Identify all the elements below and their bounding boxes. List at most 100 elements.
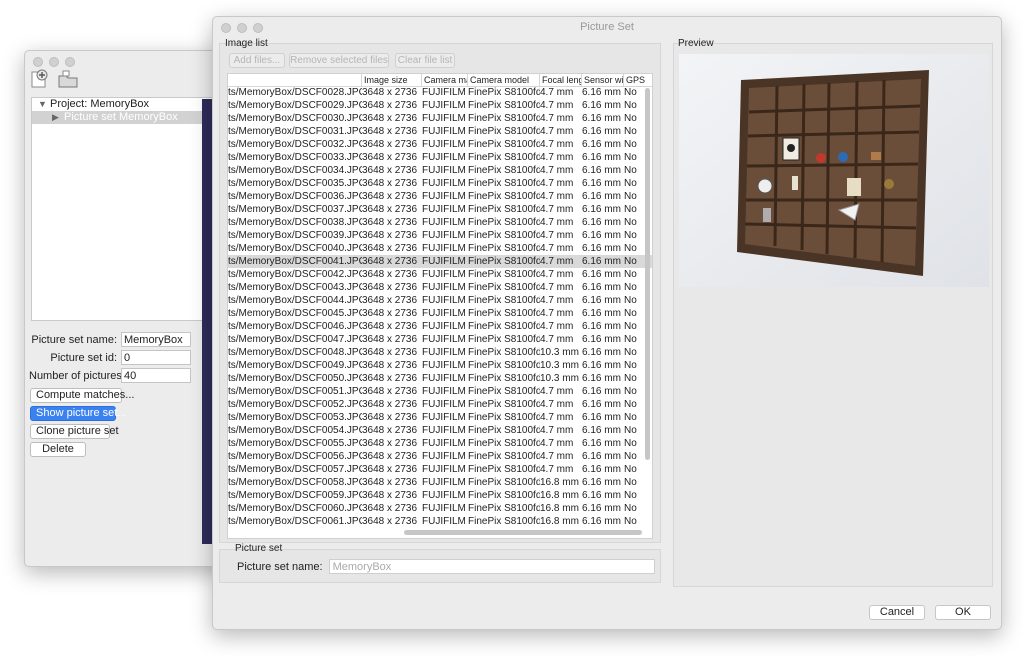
- table-row[interactable]: ts/MemoryBox/DSCF0054.JPG 3648 x 2736 FUJI…: [228, 424, 652, 437]
- horizontal-scrollbar[interactable]: [404, 530, 642, 535]
- table-cell: FinePix S8100fd: [468, 243, 540, 254]
- table-row[interactable]: ts/MemoryBox/DSCF0041.JPG 3648 x 2736 FUJI…: [228, 255, 652, 268]
- tree-node-project[interactable]: ▼ Project: MemoryBox: [32, 98, 218, 111]
- column-header[interactable]: Focal lengt: [540, 74, 582, 86]
- column-header[interactable]: Camera mak: [422, 74, 468, 86]
- table-row[interactable]: ts/MemoryBox/DSCF0045.JPG 3648 x 2736 FUJI…: [228, 307, 652, 320]
- table-row[interactable]: ts/MemoryBox/DSCF0061.JPG 3648 x 2736 FUJI…: [228, 515, 652, 528]
- table-row[interactable]: ts/MemoryBox/DSCF0048.JPG 3648 x 2736 FUJI…: [228, 346, 652, 359]
- picture-set-name-field[interactable]: MemoryBox: [121, 332, 191, 347]
- table-cell: FinePix S8100fd: [468, 204, 540, 215]
- table-row[interactable]: ts/MemoryBox/DSCF0050.JPG 3648 x 2736 FUJI…: [228, 372, 652, 385]
- table-row[interactable]: ts/MemoryBox/DSCF0044.JPG 3648 x 2736 FUJI…: [228, 294, 652, 307]
- table-row[interactable]: ts/MemoryBox/DSCF0055.JPG 3648 x 2736 FUJI…: [228, 437, 652, 450]
- table-row[interactable]: ts/MemoryBox/DSCF0046.JPG 3648 x 2736 FUJI…: [228, 320, 652, 333]
- table-row[interactable]: ts/MemoryBox/DSCF0059.JPG 3648 x 2736 FUJI…: [228, 489, 652, 502]
- table-cell: 6.16 mm: [582, 477, 621, 488]
- table-row[interactable]: ts/MemoryBox/DSCF0031.JPG 3648 x 2736 FUJI…: [228, 125, 652, 138]
- table-cell: 6.16 mm: [582, 87, 621, 98]
- tree-node-picture-set[interactable]: ▶ Picture set MemoryBox: [32, 111, 218, 124]
- table-cell: 6.16 mm: [582, 360, 621, 371]
- vertical-scrollbar[interactable]: [645, 88, 650, 460]
- remove-selected-files-button[interactable]: Remove selected files: [289, 53, 389, 68]
- cancel-button[interactable]: Cancel: [869, 605, 925, 620]
- table-cell: 6.16 mm: [582, 204, 621, 215]
- column-header[interactable]: Image size: [362, 74, 422, 86]
- table-row[interactable]: ts/MemoryBox/DSCF0038.JPG 3648 x 2736 FUJI…: [228, 216, 652, 229]
- table-cell: 4.7 mm: [540, 87, 574, 98]
- column-header[interactable]: GPS: [624, 74, 652, 86]
- num-pictures-label: Number of pictures:: [29, 369, 125, 382]
- table-row[interactable]: ts/MemoryBox/DSCF0049.JPG 3648 x 2736 FUJI…: [228, 359, 652, 372]
- table-cell: ts/MemoryBox/DSCF0029.JPG: [228, 100, 362, 111]
- table-cell: FinePix S8100fd: [468, 165, 540, 176]
- table-row[interactable]: ts/MemoryBox/DSCF0043.JPG 3648 x 2736 FUJI…: [228, 281, 652, 294]
- disclosure-open-icon[interactable]: ▼: [38, 98, 50, 111]
- table-cell: 6.16 mm: [582, 269, 621, 280]
- table-cell: FinePix S8100fd: [468, 308, 540, 319]
- table-cell: 4.7 mm: [540, 217, 574, 228]
- table-cell: FUJIFILM: [422, 282, 466, 293]
- project-toolbar: [29, 69, 79, 89]
- preview-panel: [673, 43, 993, 587]
- table-row[interactable]: ts/MemoryBox/DSCF0057.JPG 3648 x 2736 FUJI…: [228, 463, 652, 476]
- table-row[interactable]: ts/MemoryBox/DSCF0058.JPG 3648 x 2736 FUJI…: [228, 476, 652, 489]
- table-cell: 4.7 mm: [540, 295, 574, 306]
- table-cell: FUJIFILM: [422, 217, 466, 228]
- show-picture-set-button[interactable]: Show picture set...: [30, 406, 127, 421]
- table-row[interactable]: ts/MemoryBox/DSCF0033.JPG 3648 x 2736 FUJI…: [228, 151, 652, 164]
- table-cell: FUJIFILM: [422, 178, 466, 189]
- table-cell: FinePix S8100fd: [468, 399, 540, 410]
- table-cell: FUJIFILM: [422, 321, 466, 332]
- ok-button[interactable]: OK: [935, 605, 991, 620]
- clone-picture-set-button[interactable]: Clone picture set: [30, 424, 119, 439]
- disclosure-closed-icon[interactable]: ▶: [52, 111, 64, 124]
- table-row[interactable]: ts/MemoryBox/DSCF0051.JPG 3648 x 2736 FUJI…: [228, 385, 652, 398]
- compute-matches-button[interactable]: Compute matches...: [30, 388, 134, 403]
- num-pictures-field[interactable]: 40: [121, 368, 191, 383]
- table-cell: 3648 x 2736: [362, 503, 418, 514]
- column-header[interactable]: Camera model: [468, 74, 540, 86]
- table-cell: 6.16 mm: [582, 386, 621, 397]
- table-cell: No: [624, 490, 637, 501]
- image-table[interactable]: Image sizeCamera makCamera modelFocal le…: [227, 73, 653, 539]
- add-files-button[interactable]: Add files...: [229, 53, 285, 68]
- minimize-icon[interactable]: [49, 57, 59, 67]
- table-row[interactable]: ts/MemoryBox/DSCF0040.JPG 3648 x 2736 FUJI…: [228, 242, 652, 255]
- table-row[interactable]: ts/MemoryBox/DSCF0028.JPG 3648 x 2736 FUJI…: [228, 86, 652, 99]
- table-row[interactable]: ts/MemoryBox/DSCF0036.JPG 3648 x 2736 FUJI…: [228, 190, 652, 203]
- close-icon[interactable]: [33, 57, 43, 67]
- column-header[interactable]: [228, 74, 362, 86]
- project-tree[interactable]: ▼ Project: MemoryBox ▶ Picture set MemoryB…: [31, 97, 219, 321]
- table-row[interactable]: ts/MemoryBox/DSCF0030.JPG 3648 x 2736 FUJI…: [228, 112, 652, 125]
- table-row[interactable]: ts/MemoryBox/DSCF0053.JPG 3648 x 2736 FUJI…: [228, 411, 652, 424]
- delete-button[interactable]: Delete: [30, 442, 86, 457]
- clear-file-list-button[interactable]: Clear file list: [395, 53, 455, 68]
- table-cell: 3648 x 2736: [362, 191, 418, 202]
- table-row[interactable]: ts/MemoryBox/DSCF0056.JPG 3648 x 2736 FUJI…: [228, 450, 652, 463]
- picture-set-name-field[interactable]: MemoryBox: [328, 559, 655, 574]
- table-cell: FinePix S8100fd: [468, 269, 540, 280]
- table-row[interactable]: ts/MemoryBox/DSCF0035.JPG 3648 x 2736 FUJI…: [228, 177, 652, 190]
- table-row[interactable]: ts/MemoryBox/DSCF0039.JPG 3648 x 2736 FUJI…: [228, 229, 652, 242]
- table-cell: 4.7 mm: [540, 113, 574, 124]
- table-cell: 6.16 mm: [582, 113, 621, 124]
- table-cell: FinePix S8100fd: [468, 282, 540, 293]
- table-cell: FinePix S8100fd: [468, 360, 540, 371]
- table-row[interactable]: ts/MemoryBox/DSCF0037.JPG 3648 x 2736 FUJI…: [228, 203, 652, 216]
- open-project-icon[interactable]: [57, 69, 79, 89]
- table-row[interactable]: ts/MemoryBox/DSCF0029.JPG 3648 x 2736 FUJI…: [228, 99, 652, 112]
- table-row[interactable]: ts/MemoryBox/DSCF0052.JPG 3648 x 2736 FUJI…: [228, 398, 652, 411]
- picture-set-id-field[interactable]: 0: [121, 350, 191, 365]
- table-row[interactable]: ts/MemoryBox/DSCF0042.JPG 3648 x 2736 FUJI…: [228, 268, 652, 281]
- table-row[interactable]: ts/MemoryBox/DSCF0032.JPG 3648 x 2736 FUJI…: [228, 138, 652, 151]
- table-row[interactable]: ts/MemoryBox/DSCF0060.JPG 3648 x 2736 FUJI…: [228, 502, 652, 515]
- new-project-icon[interactable]: [29, 69, 51, 89]
- column-header[interactable]: Sensor wid: [582, 74, 624, 86]
- zoom-icon[interactable]: [65, 57, 75, 67]
- table-row[interactable]: ts/MemoryBox/DSCF0034.JPG 3648 x 2736 FUJI…: [228, 164, 652, 177]
- table-cell: FUJIFILM: [422, 243, 466, 254]
- table-cell: FinePix S8100fd: [468, 386, 540, 397]
- table-row[interactable]: ts/MemoryBox/DSCF0047.JPG 3648 x 2736 FUJI…: [228, 333, 652, 346]
- table-cell: ts/MemoryBox/DSCF0054.JPG: [228, 425, 362, 436]
